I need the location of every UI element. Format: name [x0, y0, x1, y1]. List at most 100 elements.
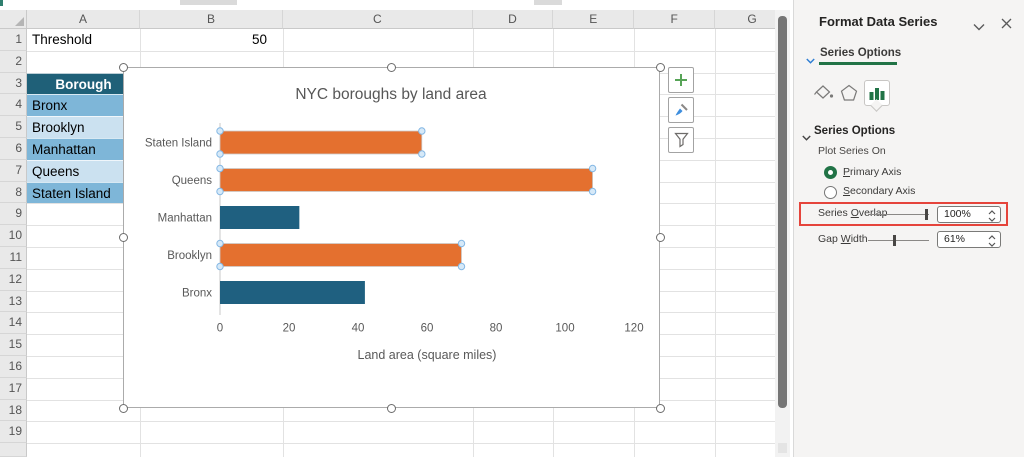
- series-point-handle: [217, 165, 223, 171]
- x-tick-label: 80: [490, 323, 503, 335]
- gap-width-slider[interactable]: [868, 240, 929, 241]
- tab-effects[interactable]: [836, 80, 862, 106]
- series-point-handle: [217, 128, 223, 134]
- series-point-handle: [458, 263, 464, 269]
- chevron-down-icon: [806, 58, 815, 64]
- row-header-2[interactable]: 2: [0, 51, 27, 73]
- secondary-axis-radio[interactable]: [824, 186, 837, 199]
- pane-collapse-button[interactable]: [973, 18, 985, 36]
- chart-selection-handle[interactable]: [119, 404, 128, 413]
- chart-elements-button[interactable]: [668, 67, 694, 93]
- column-header-F[interactable]: F: [634, 10, 715, 29]
- cell-B1[interactable]: 50: [140, 29, 267, 51]
- row-header-17[interactable]: 17: [0, 378, 27, 400]
- tab-fill-line[interactable]: [810, 80, 836, 106]
- primary-axis-radio[interactable]: [824, 166, 837, 179]
- top-strip: [0, 0, 793, 10]
- bar-brooklyn[interactable]: [220, 244, 462, 267]
- gridline: [27, 443, 775, 444]
- scrollbar-thumb[interactable]: [778, 16, 787, 408]
- bar-chart: NYC boroughs by land areaStaten IslandQu…: [124, 68, 659, 407]
- cell-A1[interactable]: Threshold: [32, 29, 92, 51]
- chart-object[interactable]: NYC boroughs by land areaStaten IslandQu…: [123, 67, 660, 408]
- section-collapse[interactable]: [802, 128, 811, 146]
- gap-width-slider-thumb[interactable]: [893, 235, 896, 246]
- row-header-11[interactable]: 11: [0, 247, 27, 269]
- pane-title: Format Data Series: [819, 14, 938, 29]
- active-tab-underline: [819, 62, 897, 65]
- x-tick-label: 20: [283, 323, 296, 335]
- row-header-partial[interactable]: [0, 443, 27, 457]
- category-label: Queens: [172, 175, 213, 187]
- row-header-4[interactable]: 4: [0, 94, 27, 116]
- category-label: Brooklyn: [167, 250, 212, 262]
- series-point-handle: [589, 165, 595, 171]
- chart-selection-handle[interactable]: [387, 404, 396, 413]
- chart-selection-handle[interactable]: [656, 404, 665, 413]
- tab-series-options[interactable]: Series Options: [820, 47, 901, 59]
- row-header-12[interactable]: 12: [0, 269, 27, 291]
- ui-fragment: [180, 0, 237, 5]
- pane-close-button[interactable]: [1001, 16, 1012, 34]
- column-header-E[interactable]: E: [553, 10, 634, 29]
- row-header-15[interactable]: 15: [0, 334, 27, 356]
- x-tick-label: 0: [217, 323, 223, 335]
- primary-axis-label[interactable]: Primary Axis: [843, 166, 901, 178]
- gap-width-input[interactable]: 61%: [937, 231, 1001, 248]
- series-point-handle: [458, 240, 464, 246]
- bar-staten-island[interactable]: [220, 131, 422, 154]
- spinner-up-icon[interactable]: [988, 235, 996, 240]
- row-header-6[interactable]: 6: [0, 138, 27, 160]
- chart-selection-handle[interactable]: [656, 63, 665, 72]
- x-tick-label: 60: [421, 323, 434, 335]
- chart-selection-handle[interactable]: [119, 63, 128, 72]
- chart-title: NYC boroughs by land area: [295, 86, 487, 103]
- close-icon: [1001, 18, 1012, 29]
- row-header-19[interactable]: 19: [0, 421, 27, 443]
- scrollbar-down-button[interactable]: [778, 443, 787, 453]
- row-header-13[interactable]: 13: [0, 291, 27, 313]
- chart-selection-handle[interactable]: [656, 233, 665, 242]
- column-header-C[interactable]: C: [283, 10, 473, 29]
- select-all-corner[interactable]: [0, 10, 27, 29]
- spinner-down-icon[interactable]: [988, 242, 996, 247]
- row-header-16[interactable]: 16: [0, 356, 27, 378]
- series-point-handle: [217, 240, 223, 246]
- row-header-10[interactable]: 10: [0, 225, 27, 247]
- column-header-A[interactable]: A: [27, 10, 140, 29]
- gridline: [715, 29, 716, 457]
- chevron-down-icon: [802, 135, 811, 141]
- x-axis-title: Land area (square miles): [358, 348, 497, 362]
- pentagon-icon: [838, 83, 860, 103]
- sheet-vertical-scrollbar[interactable]: [775, 10, 790, 457]
- bar-queens[interactable]: [220, 169, 593, 192]
- ui-fragment: [534, 0, 562, 5]
- row-header-8[interactable]: 8: [0, 182, 27, 204]
- chart-selection-handle[interactable]: [119, 233, 128, 242]
- series-point-handle: [217, 263, 223, 269]
- chevron-down-icon: [973, 23, 985, 31]
- secondary-axis-label[interactable]: Secondary Axis: [843, 185, 915, 197]
- gridline: [27, 421, 775, 422]
- row-header-1[interactable]: 1: [0, 29, 27, 51]
- chart-styles-button[interactable]: [668, 97, 694, 123]
- bar-manhattan[interactable]: [220, 206, 299, 229]
- series-options-collapse[interactable]: [806, 51, 815, 69]
- bar-bronx[interactable]: [220, 281, 365, 304]
- category-label: Bronx: [182, 288, 212, 300]
- bar-chart-icon: [868, 85, 886, 101]
- x-tick-label: 120: [624, 323, 643, 335]
- row-header-14[interactable]: 14: [0, 312, 27, 334]
- column-header-B[interactable]: B: [140, 10, 283, 29]
- row-header-18[interactable]: 18: [0, 400, 27, 422]
- row-header-7[interactable]: 7: [0, 160, 27, 182]
- row-header-5[interactable]: 5: [0, 116, 27, 138]
- chart-filters-button[interactable]: [668, 127, 694, 153]
- row-header-3[interactable]: 3: [0, 73, 27, 95]
- x-tick-label: 100: [555, 323, 574, 335]
- row-header-9[interactable]: 9: [0, 203, 27, 225]
- series-point-handle: [419, 128, 425, 134]
- chart-selection-handle[interactable]: [387, 63, 396, 72]
- column-header-D[interactable]: D: [473, 10, 554, 29]
- series-overlap-highlight: [799, 202, 1008, 226]
